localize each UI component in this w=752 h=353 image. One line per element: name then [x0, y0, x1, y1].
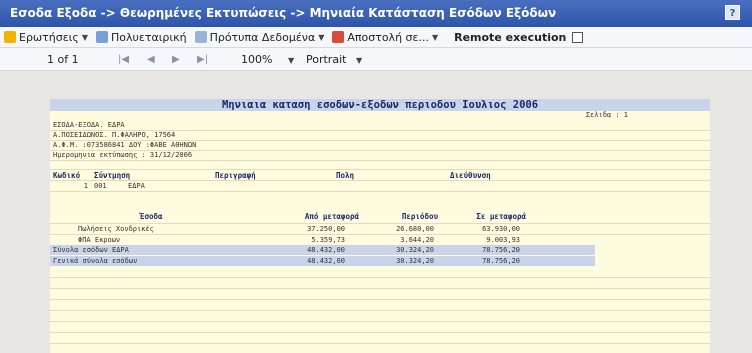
template-data-icon [194, 31, 207, 43]
last-page-icon[interactable]: ▶| [197, 54, 208, 65]
grand-total-to: 78.756,20 [482, 257, 520, 265]
row-to: 63.930,00 [482, 225, 520, 233]
send-icon [332, 31, 345, 43]
page-indicator: 1 of 1 [47, 52, 79, 66]
row-divider [50, 343, 710, 344]
company-name: ΕΣΟΔΑ-ΕΞΟΔΑ. ΕΔΡΑ [53, 121, 125, 129]
header-city: Πολη [336, 171, 355, 180]
report-toolbar: Ερωτήσεις ▼ Πολυεταιρική Πρότυπα Δεδομέν… [0, 27, 752, 48]
send-to-menu[interactable]: Αποστολή σε... ▼ [332, 31, 438, 44]
column-income: Έσοδα [140, 212, 163, 221]
column-carried-to: Σε μεταφορά [476, 212, 526, 221]
row-from: 37.250,00 [307, 225, 345, 233]
remote-execution-toggle[interactable]: Remote execution [454, 30, 584, 44]
company-address: Α.ΠΟΣΕΙΔΩΝΟΣ. Π.ΦΑΛΗΡΟ, 17564 [53, 131, 176, 139]
multi-company-label: Πολυεταιρική [111, 30, 187, 44]
first-page-icon[interactable]: |◀ [118, 54, 129, 65]
row-divider [50, 160, 710, 161]
grand-total-label: Γενικά σύνολα εσόδων [53, 257, 138, 265]
page-number: Σελιδα : 1 [585, 111, 628, 119]
row-label: Πωλήσεις Χονδρικές [78, 225, 154, 233]
row-period: 26.680,00 [396, 225, 434, 233]
subtotal-label: Σύνολα εσόδων ΕΔΡΑ [53, 246, 129, 254]
company-tax-info: Α.Φ.Μ. :073586841 ΔΟΥ :ΦΑΒΕ ΑΘΗΝΩΝ [53, 141, 197, 149]
header-address: Διεύθυνση [450, 171, 491, 180]
multi-company-icon [96, 31, 108, 43]
row-from: 5.359,73 [311, 236, 345, 244]
row-divider [50, 288, 710, 289]
remote-execution-checkbox[interactable] [572, 31, 584, 43]
header-code: Κωδικό [53, 171, 81, 180]
branch-code: 001 [94, 182, 107, 190]
chevron-down-icon: ▼ [431, 32, 439, 42]
column-carried-from: Από μεταφορά [304, 212, 359, 221]
print-date: Ημερομηνια εκτύπωσης : 31/12/2006 [53, 151, 193, 159]
questions-menu[interactable]: Ερωτήσεις ▼ [4, 31, 88, 44]
subtotal-period: 30.324,20 [396, 246, 434, 254]
subtotal-from: 48.432,00 [307, 246, 345, 254]
pager-toolbar: 1 of 1 |◀ ◀ ▶ ▶| 100% ▼ Portrait ▼ [0, 48, 752, 71]
prev-page-icon[interactable]: ◀ [147, 54, 155, 65]
orientation-value: Portrait [306, 52, 347, 66]
help-button[interactable]: ? [725, 5, 740, 20]
row-to: 9.003,93 [486, 236, 520, 244]
row-divider [50, 277, 710, 278]
row-divider [50, 150, 710, 151]
report-page: Μηνιαια καταση εσοδων-εξοδων περιοδου Ιο… [50, 99, 710, 353]
row-divider [50, 299, 710, 300]
row-divider [50, 140, 710, 141]
orientation-select[interactable]: Portrait ▼ [306, 53, 362, 66]
row-divider [50, 191, 710, 192]
chevron-down-icon: ▼ [318, 32, 325, 42]
chevron-down-icon: ▼ [287, 55, 295, 65]
row-divider [50, 169, 710, 170]
questions-label: Ερωτήσεις [19, 30, 79, 44]
zoom-select[interactable]: 100% ▼ [241, 53, 294, 66]
subtotal-to: 78.756,20 [482, 246, 520, 254]
row-divider [50, 223, 710, 224]
next-page-icon[interactable]: ▶ [172, 54, 180, 65]
row-divider [50, 321, 710, 322]
row-period: 3.644,20 [400, 236, 434, 244]
column-period: Περιόδου [401, 212, 438, 221]
row-divider [50, 130, 710, 131]
window-title-bar: Εσοδα Εξοδα -> Θεωρημένες Εκτυπώσεις -> … [0, 0, 752, 27]
row-divider [50, 332, 710, 333]
report-viewer[interactable]: Μηνιαια καταση εσοδων-εξοδων περιοδου Ιο… [0, 71, 752, 353]
branch-short-name: ΕΔΡΑ [128, 182, 145, 190]
remote-execution-label: Remote execution [454, 30, 567, 44]
header-short-name: Σύντμηση [94, 171, 131, 180]
multi-company-button[interactable]: Πολυεταιρική [96, 31, 187, 44]
window-title: Εσοδα Εξοδα -> Θεωρημένες Εκτυπώσεις -> … [10, 6, 557, 20]
send-to-label: Αποστολή σε... [347, 30, 429, 44]
chevron-down-icon: ▼ [81, 32, 88, 42]
zoom-value: 100% [241, 52, 273, 66]
grand-total-period: 30.324,20 [396, 257, 434, 265]
template-data-menu[interactable]: Πρότυπα Δεδομένα ▼ [194, 30, 325, 44]
branch-row-number: 1 [83, 182, 88, 190]
template-data-label: Πρότυπα Δεδομένα [209, 30, 316, 44]
chevron-down-icon: ▼ [355, 55, 363, 65]
row-divider [50, 234, 710, 235]
report-title: Μηνιαια καταση εσοδων-εξοδων περιοδου Ιο… [50, 99, 710, 111]
row-divider [50, 310, 710, 311]
header-description: Περιγραφή [215, 171, 256, 180]
grand-total-from: 48.432,00 [307, 257, 345, 265]
row-label: ΦΠΑ Εκροων [78, 236, 121, 244]
question-icon [4, 31, 16, 43]
row-divider [50, 180, 710, 181]
